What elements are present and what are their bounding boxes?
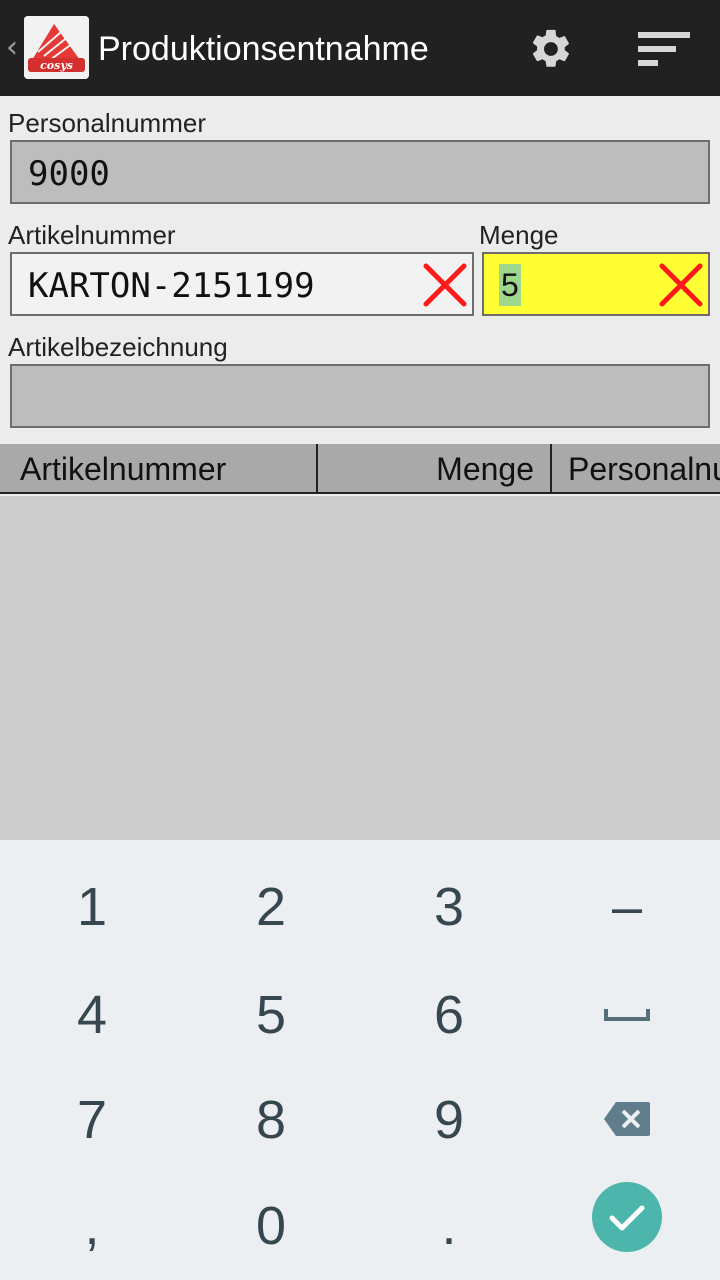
- key-backspace[interactable]: [552, 1070, 702, 1170]
- key-0[interactable]: 0: [196, 1176, 346, 1276]
- key-5[interactable]: 5: [196, 965, 346, 1065]
- artikelnummer-label: Artikelnummer: [8, 220, 176, 250]
- key-3[interactable]: 3: [374, 857, 524, 957]
- column-header-personalnummer[interactable]: Personalnummer: [568, 444, 720, 492]
- personalnummer-value: 9000: [28, 154, 110, 194]
- artikelnummer-value: KARTON-2151199: [28, 266, 315, 306]
- action-bar: ‹ cosys Produktionsentnahme: [0, 0, 720, 96]
- svg-text:cosys: cosys: [40, 59, 73, 72]
- menge-field[interactable]: 5: [482, 252, 710, 316]
- key-9[interactable]: 9: [374, 1070, 524, 1170]
- key-space[interactable]: [552, 965, 702, 1065]
- app-logo[interactable]: cosys: [24, 16, 89, 79]
- key-done[interactable]: [552, 1166, 702, 1266]
- table-header: Artikelnummer Menge Personalnummer: [0, 444, 720, 494]
- clear-menge-icon[interactable]: [656, 260, 706, 310]
- artikelbezeichnung-label: Artikelbezeichnung: [8, 332, 228, 362]
- column-header-artikelnummer[interactable]: Artikelnummer: [20, 444, 226, 492]
- key-7[interactable]: 7: [17, 1070, 167, 1170]
- key-2[interactable]: 2: [196, 857, 346, 957]
- space-icon: [604, 1009, 650, 1021]
- key-6[interactable]: 6: [374, 965, 524, 1065]
- gear-icon[interactable]: [528, 26, 574, 72]
- table-body[interactable]: [0, 496, 720, 840]
- checkmark-icon: [592, 1182, 662, 1252]
- personalnummer-field[interactable]: 9000: [10, 140, 710, 204]
- chevron-left-icon[interactable]: ‹: [6, 30, 18, 66]
- menge-label: Menge: [479, 220, 559, 250]
- personalnummer-label: Personalnummer: [8, 108, 206, 138]
- menge-value: 5: [499, 264, 521, 306]
- artikelnummer-field[interactable]: KARTON-2151199: [10, 252, 474, 316]
- key-1[interactable]: 1: [17, 857, 167, 957]
- numeric-keyboard: 1 2 3 – 4 5 6 7 8 9 , 0 .: [0, 840, 720, 1280]
- column-divider: [550, 444, 552, 492]
- column-header-menge[interactable]: Menge: [318, 444, 534, 492]
- clear-artikelnummer-icon[interactable]: [420, 260, 470, 310]
- key-period[interactable]: .: [374, 1176, 524, 1276]
- key-4[interactable]: 4: [17, 965, 167, 1065]
- key-comma[interactable]: ,: [17, 1176, 167, 1276]
- backspace-icon: [604, 1102, 650, 1136]
- sort-menu-icon[interactable]: [636, 26, 694, 72]
- page-title: Produktionsentnahme: [98, 30, 429, 68]
- key-dash[interactable]: –: [552, 857, 702, 957]
- key-8[interactable]: 8: [196, 1070, 346, 1170]
- artikelbezeichnung-field[interactable]: [10, 364, 710, 428]
